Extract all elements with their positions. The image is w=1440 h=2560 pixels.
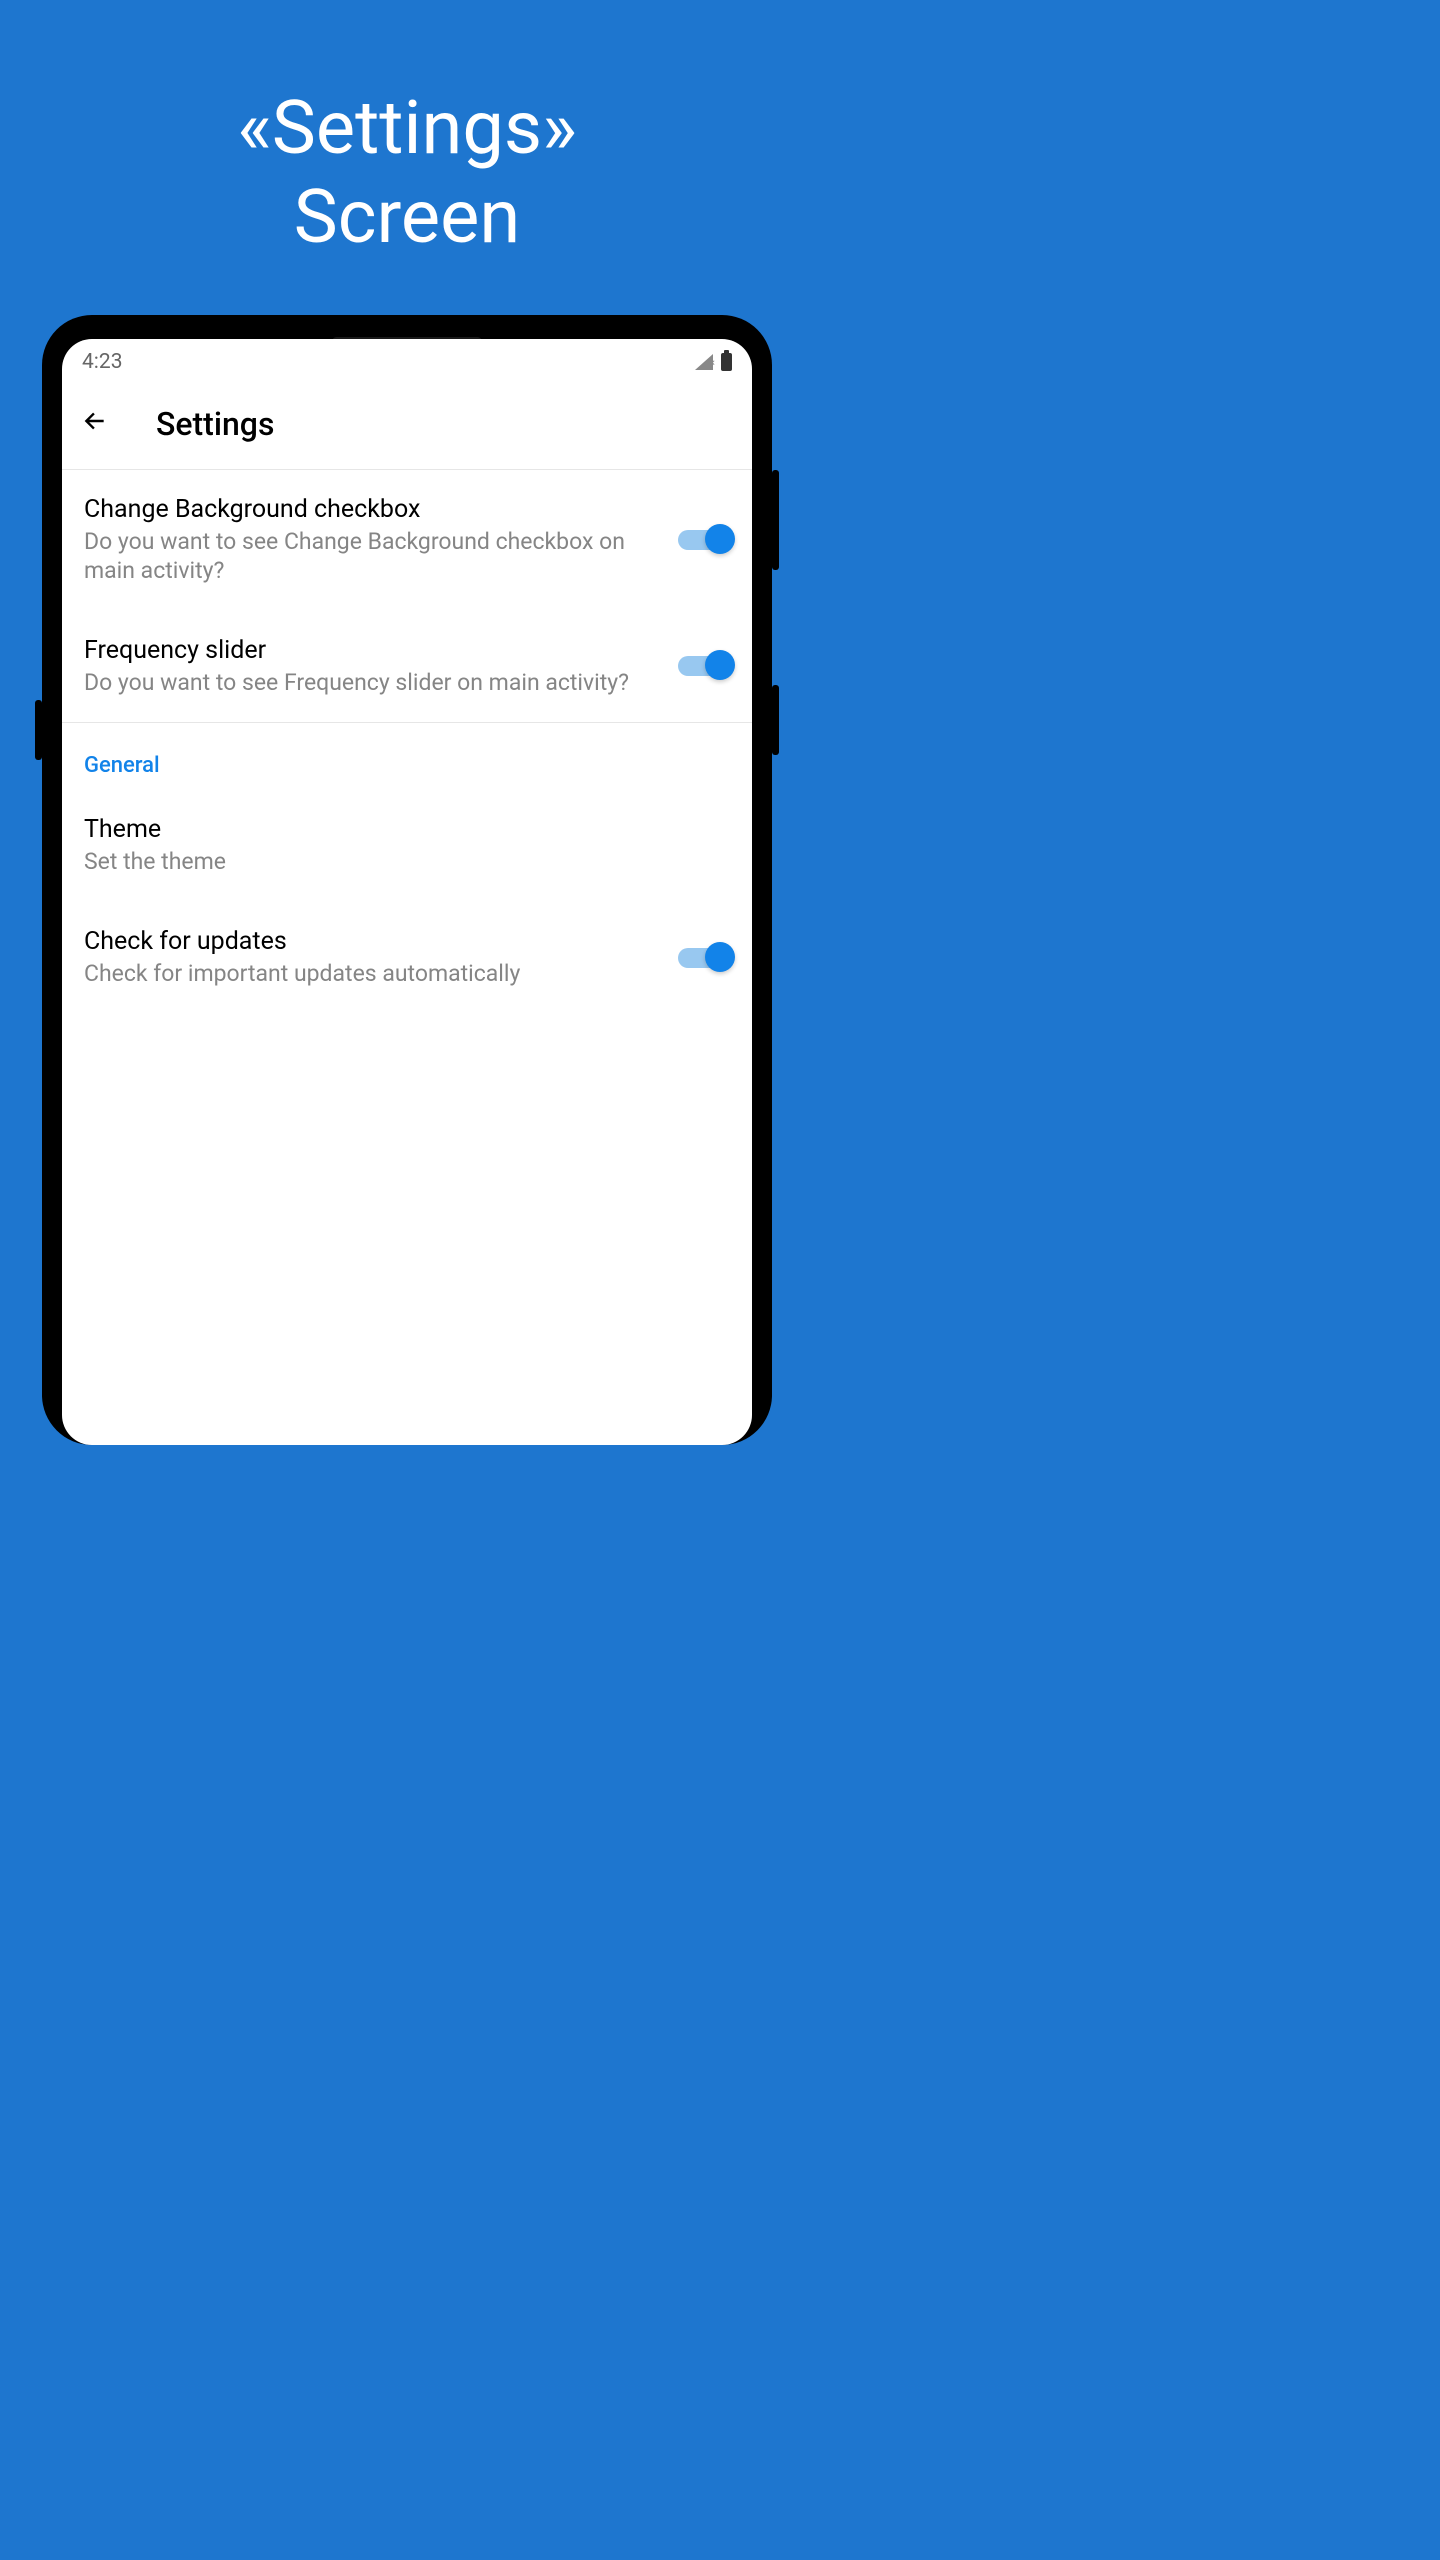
setting-check-updates[interactable]: Check for updates Check for important up… — [62, 902, 752, 1014]
toggle-check-updates[interactable] — [678, 948, 730, 968]
setting-frequency-slider[interactable]: Frequency slider Do you want to see Freq… — [62, 611, 752, 723]
phone-side-button — [772, 685, 779, 755]
toggle-frequency-slider[interactable] — [678, 656, 730, 676]
promo-line-1: «Settings» — [237, 85, 577, 172]
setting-text: Check for updates Check for important up… — [84, 927, 658, 989]
setting-subtitle: Set the theme — [84, 848, 730, 877]
signal-icon — [695, 354, 713, 370]
section-header-general: General — [62, 723, 752, 790]
setting-subtitle: Do you want to see Frequency slider on m… — [84, 669, 658, 698]
page-title: Settings — [156, 405, 274, 443]
status-bar: 4:23 — [62, 339, 752, 377]
promo-line-2: Screen — [294, 174, 520, 261]
phone-volume-button — [35, 700, 42, 760]
setting-text: Change Background checkbox Do you want t… — [84, 495, 658, 586]
setting-title: Theme — [84, 815, 730, 844]
toggle-change-background[interactable] — [678, 530, 730, 550]
status-icons — [695, 353, 732, 371]
phone-screen: 4:23 Settings Change Background checkbox… — [62, 339, 752, 1445]
setting-change-background[interactable]: Change Background checkbox Do you want t… — [62, 470, 752, 611]
setting-subtitle: Do you want to see Change Background che… — [84, 528, 658, 586]
setting-text: Frequency slider Do you want to see Freq… — [84, 636, 658, 698]
setting-title: Frequency slider — [84, 636, 658, 665]
app-bar: Settings — [62, 377, 752, 470]
setting-title: Change Background checkbox — [84, 495, 658, 524]
status-time: 4:23 — [82, 350, 123, 374]
setting-theme[interactable]: Theme Set the theme — [62, 790, 752, 902]
setting-title: Check for updates — [84, 927, 658, 956]
setting-text: Theme Set the theme — [84, 815, 730, 877]
phone-power-button — [772, 470, 779, 570]
phone-frame: 4:23 Settings Change Background checkbox… — [42, 315, 772, 1445]
promo-title: «Settings» Screen — [0, 0, 814, 263]
setting-subtitle: Check for important updates automaticall… — [84, 960, 658, 989]
back-arrow-icon[interactable] — [82, 408, 108, 440]
battery-icon — [721, 353, 732, 371]
settings-list: Change Background checkbox Do you want t… — [62, 470, 752, 1014]
